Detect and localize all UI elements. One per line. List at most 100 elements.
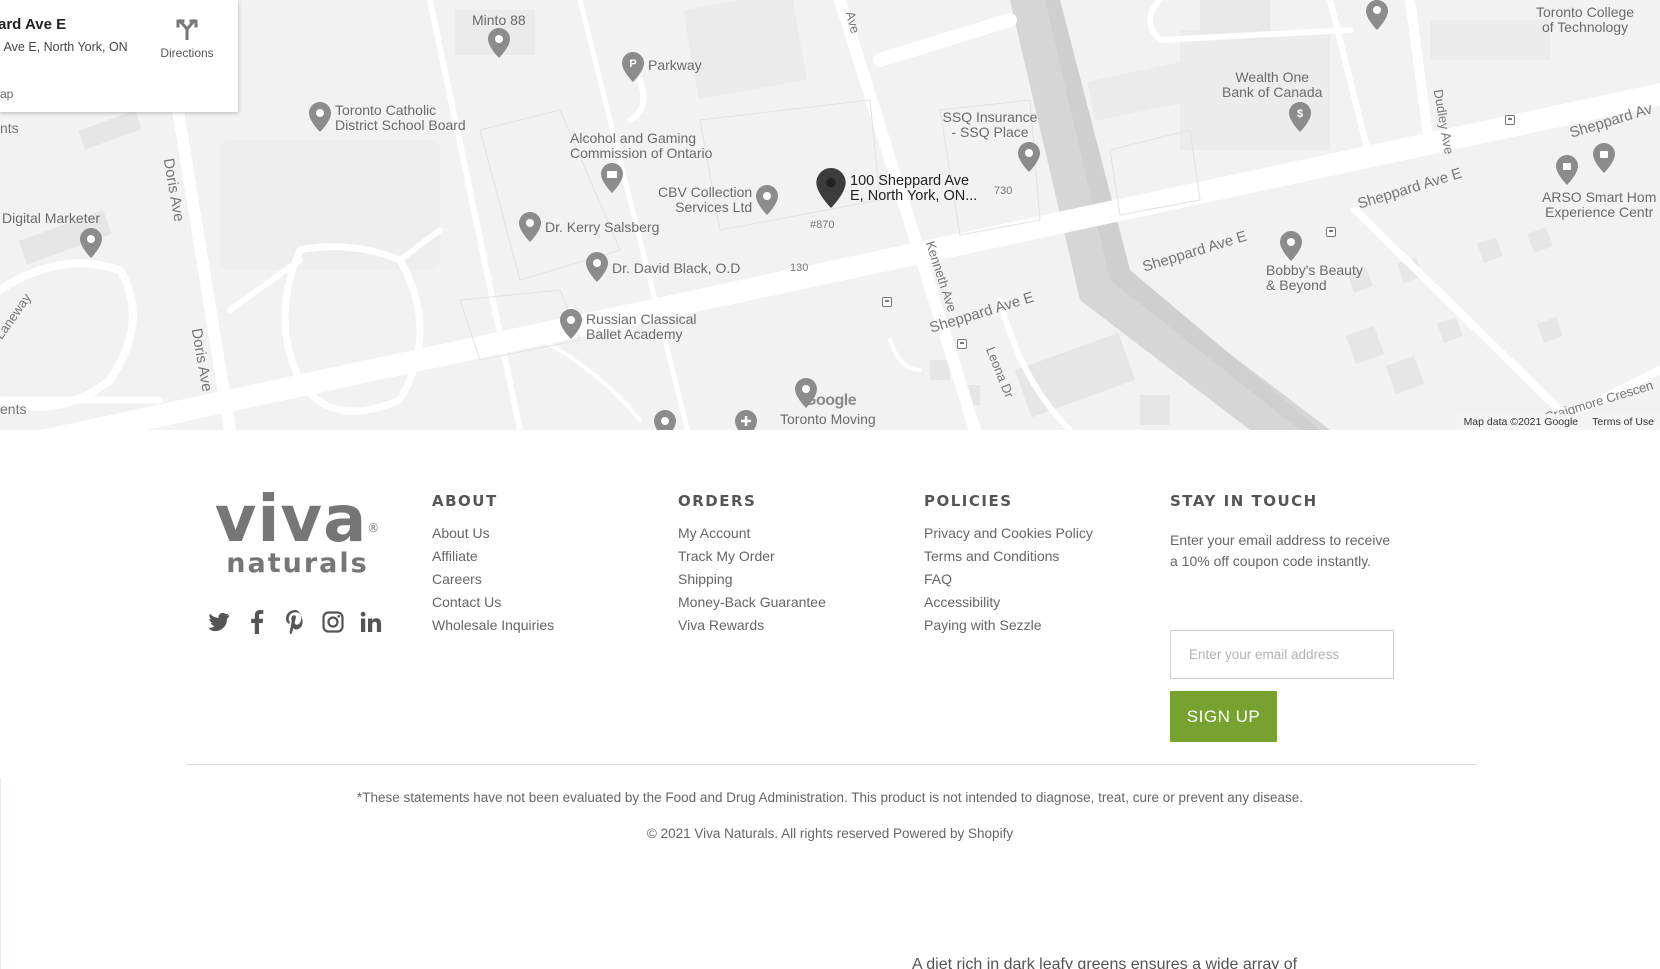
poi-label: Toronto Catholic District School Board — [335, 102, 466, 133]
terms-of-use-link[interactable]: Terms of Use — [1592, 416, 1654, 428]
site-footer: viva® naturals ABOUT About Us Affiliate … — [0, 430, 1660, 969]
poi-toronto-college[interactable]: Toronto College of Technology — [1536, 5, 1634, 35]
faq-link[interactable]: FAQ — [924, 568, 1093, 591]
sign-up-button[interactable]: SIGN UP — [1170, 691, 1277, 742]
careers-link[interactable]: Careers — [432, 568, 554, 591]
place-title: ard Ave E — [0, 16, 67, 33]
poi-label: Russian Classical Ballet Academy — [586, 311, 697, 342]
paying-with-sezzle-link[interactable]: Paying with Sezzle — [924, 614, 1093, 637]
partially-visible-text: A diet rich in dark leafy greens ensures… — [912, 957, 1298, 969]
poi-label: SSQ Insurance - SSQ Place — [942, 109, 1038, 140]
accessibility-link[interactable]: Accessibility — [924, 591, 1093, 614]
powered-by-shopify-link[interactable]: Powered by Shopify — [893, 826, 1013, 841]
poi-russian-ballet[interactable]: Russian Classical Ballet Academy — [560, 309, 696, 342]
poi-label: Wealth One Bank of Canada — [1222, 69, 1323, 100]
stay-in-touch-heading: STAY IN TOUCH — [1170, 492, 1318, 510]
poi-label: Dr. David Black, O.D — [612, 260, 741, 276]
contact-us-link[interactable]: Contact Us — [432, 591, 554, 614]
map-pin-icon — [309, 102, 331, 132]
poi-label: Toronto College of Technology — [1536, 4, 1635, 35]
footer-column-stay-in-touch: STAY IN TOUCH Enter your email address t… — [1170, 492, 1400, 572]
map-pin-icon — [586, 252, 608, 282]
location-pin-icon — [816, 168, 846, 208]
poi-arso-label[interactable]: ARSO Smart Hom Experience Centr — [1542, 190, 1656, 220]
svg-text:$: $ — [1297, 108, 1303, 120]
terms-conditions-link[interactable]: Terms and Conditions — [924, 545, 1093, 568]
copyright-line: © 2021 Viva Naturals. All rights reserve… — [0, 826, 1660, 841]
address-number: #870 — [810, 219, 835, 231]
medical-pin-icon[interactable] — [735, 410, 757, 430]
embedded-map[interactable]: ard Ave E l Ave E, North York, ON ap Dir… — [0, 0, 1660, 430]
about-heading: ABOUT — [432, 492, 498, 510]
poi-label: Bobby's Beauty & Beyond — [1266, 262, 1363, 293]
map-pin-icon — [487, 28, 510, 58]
map-base — [0, 0, 1660, 430]
instagram-icon[interactable] — [322, 610, 344, 634]
affiliate-link[interactable]: Affiliate — [432, 545, 554, 568]
logo-text-main: viva — [214, 483, 368, 557]
shopping-pin-icon[interactable] — [1593, 143, 1615, 173]
linkedin-icon[interactable] — [360, 610, 382, 634]
page-edge — [0, 778, 1, 969]
footer-column-policies: POLICIES Privacy and Cookies Policy Term… — [924, 492, 1093, 637]
place-info-card: ard Ave E l Ave E, North York, ON ap Dir… — [0, 0, 238, 112]
poi-cbv-collection[interactable]: CBV Collection Services Ltd — [658, 184, 779, 215]
orders-heading: ORDERS — [678, 492, 757, 510]
poi-ssq-insurance[interactable]: SSQ Insurance - SSQ Place — [940, 110, 1040, 172]
address-number: 130 — [790, 262, 809, 274]
poi-label: Toronto Moving — [780, 411, 876, 427]
shipping-link[interactable]: Shipping — [678, 568, 826, 591]
poi-dr-kerry-salsberg[interactable]: Dr. Kerry Salsberg — [519, 212, 659, 242]
poi-dr-david-black[interactable]: Dr. David Black, O.D — [586, 252, 740, 282]
parking-pin-icon: P — [622, 52, 644, 82]
street-label-fragment: ents — [0, 401, 27, 417]
poi-wealth-one-bank[interactable]: Wealth One Bank of Canada $ — [1222, 70, 1322, 132]
poi-label: Dr. Kerry Salsberg — [545, 219, 660, 235]
map-pin-icon — [1018, 142, 1040, 172]
poi-label: Alcohol and Gaming Commission of Ontario — [570, 130, 713, 161]
facebook-icon[interactable] — [246, 610, 268, 634]
map-pin-icon — [756, 185, 779, 215]
wholesale-inquiries-link[interactable]: Wholesale Inquiries — [432, 614, 554, 637]
bus-stop-icon — [1326, 227, 1336, 237]
map-pin-icon — [519, 212, 541, 242]
poi-digital-marketer[interactable]: Digital Marketer — [2, 211, 103, 258]
privacy-policy-link[interactable]: Privacy and Cookies Policy — [924, 522, 1093, 545]
my-account-link[interactable]: My Account — [678, 522, 826, 545]
bus-stop-icon — [957, 339, 967, 349]
main-location-marker[interactable]: 100 Sheppard Ave E, North York, ON... — [816, 168, 977, 208]
pinterest-icon[interactable] — [284, 610, 306, 634]
viva-naturals-logo[interactable]: viva® naturals — [210, 488, 385, 578]
main-location-label: 100 Sheppard Ave E, North York, ON... — [850, 173, 978, 204]
directions-label: Directions — [160, 46, 214, 60]
poi-toronto-moving-label[interactable]: Toronto Moving — [780, 412, 876, 427]
view-larger-map-link[interactable]: ap — [0, 87, 13, 101]
map-pin-icon — [1280, 231, 1302, 261]
about-us-link[interactable]: About Us — [432, 522, 554, 545]
poi-parkway[interactable]: P Parkway — [622, 52, 702, 82]
map-attribution: Map data ©2021 Google Terms of Use — [1455, 414, 1660, 430]
directions-icon — [176, 18, 198, 41]
money-back-guarantee-link[interactable]: Money-Back Guarantee — [678, 591, 826, 614]
map-data-credit: Map data ©2021 Google — [1463, 416, 1579, 428]
fda-disclaimer: *These statements have not been evaluate… — [356, 790, 1304, 805]
logo-text-sub: naturals — [226, 548, 369, 579]
poi-arso-smart-home[interactable] — [1556, 155, 1578, 185]
newsletter-email-input[interactable] — [1170, 630, 1394, 679]
government-pin-icon — [601, 163, 624, 193]
registered-mark: ® — [367, 521, 381, 535]
map-pin-icon[interactable] — [1366, 0, 1388, 30]
poi-toronto-catholic[interactable]: Toronto Catholic District School Board — [309, 102, 466, 133]
poi-label: Parkway — [648, 57, 702, 73]
policies-heading: POLICIES — [924, 492, 1013, 510]
viva-rewards-link[interactable]: Viva Rewards — [678, 614, 826, 637]
twitter-icon[interactable] — [208, 610, 230, 634]
poi-minto-88[interactable]: Minto 88 — [472, 13, 526, 58]
poi-label: CBV Collection Services Ltd — [658, 184, 753, 215]
map-pin-icon[interactable] — [654, 410, 676, 430]
footer-column-about: ABOUT About Us Affiliate Careers Contact… — [432, 492, 554, 637]
track-order-link[interactable]: Track My Order — [678, 545, 826, 568]
directions-button[interactable]: Directions — [150, 18, 224, 60]
map-pin-icon — [80, 228, 103, 258]
poi-bobbys-beauty[interactable]: Bobby's Beauty & Beyond — [1266, 231, 1363, 293]
